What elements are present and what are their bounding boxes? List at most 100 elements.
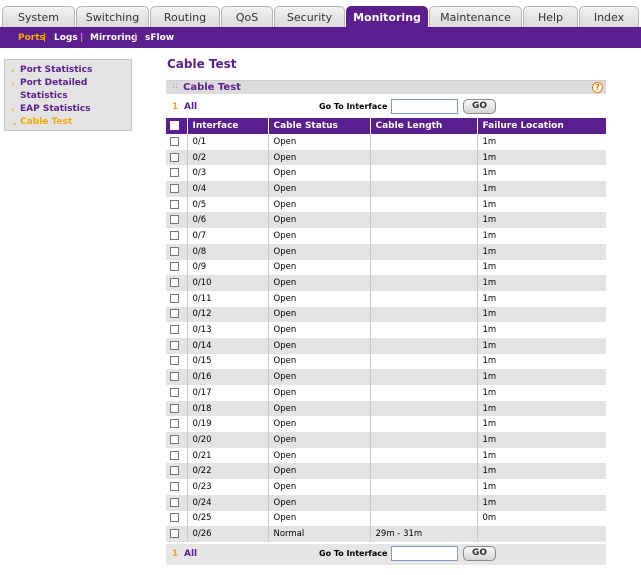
cell-interface: 0/1	[187, 134, 269, 150]
select-all-checkbox[interactable]	[170, 121, 179, 130]
row-checkbox[interactable]	[170, 513, 179, 523]
subtab-mirroring[interactable]: Mirroring	[90, 33, 137, 43]
cell-failure-location: 1m	[477, 290, 606, 307]
page-title: Cable Test	[167, 57, 237, 71]
tab-help[interactable]: Help	[523, 6, 578, 28]
cell-failure-location: 1m	[477, 228, 606, 244]
row-select-cell	[166, 479, 188, 495]
cell-cable-status: Open	[268, 463, 371, 480]
cell-failure-location: 1m	[477, 400, 606, 417]
row-checkbox[interactable]	[170, 230, 179, 240]
row-checkbox[interactable]	[170, 497, 179, 507]
select-all-header	[166, 118, 188, 134]
table-header-row: Interface Cable Status Cable Length Fail…	[166, 118, 606, 134]
cell-cable-length	[370, 275, 478, 291]
cell-interface: 0/18	[187, 400, 269, 417]
tab-system[interactable]: System	[2, 6, 75, 28]
row-checkbox[interactable]	[170, 309, 179, 319]
row-checkbox[interactable]	[170, 387, 179, 397]
row-select-cell	[166, 212, 188, 229]
table-row: 0/11 Open 1m	[166, 290, 606, 307]
go-button[interactable]: GO	[463, 546, 496, 561]
cell-interface: 0/5	[187, 196, 269, 213]
row-checkbox[interactable]	[170, 466, 179, 476]
row-select-cell	[166, 134, 188, 150]
table-controls-top: 1 All Go To Interface GO	[166, 97, 606, 117]
tab-routing[interactable]: Routing	[150, 6, 220, 28]
row-checkbox[interactable]	[170, 340, 179, 350]
subtab-sflow[interactable]: sFlow	[145, 33, 174, 43]
col-header-cable-status[interactable]: Cable Status	[268, 118, 371, 134]
tab-maintenance[interactable]: Maintenance	[429, 6, 522, 28]
cell-cable-status: Open	[268, 243, 371, 260]
cell-cable-status: Open	[268, 479, 371, 495]
row-checkbox[interactable]	[170, 356, 179, 366]
row-select-cell	[166, 228, 188, 244]
page-number[interactable]: 1	[172, 549, 178, 559]
cell-cable-length	[370, 479, 478, 495]
cell-interface: 0/24	[187, 494, 269, 511]
cell-cable-length	[370, 400, 478, 417]
row-checkbox[interactable]	[170, 403, 179, 413]
tab-switching[interactable]: Switching	[76, 6, 149, 28]
row-checkbox[interactable]	[170, 199, 179, 209]
cell-cable-length	[370, 228, 478, 244]
tab-monitoring[interactable]: Monitoring	[346, 6, 428, 28]
show-all-link[interactable]: All	[184, 549, 197, 559]
table-row: 0/20 Open 1m	[166, 432, 606, 448]
row-checkbox[interactable]	[170, 372, 179, 382]
table-row: 0/6 Open 1m	[166, 212, 606, 229]
row-checkbox[interactable]	[170, 152, 179, 162]
table-row: 0/17 Open 1m	[166, 385, 606, 401]
col-header-failure-location[interactable]: Failure Location	[477, 118, 606, 134]
help-icon[interactable]: ?	[592, 82, 603, 93]
row-checkbox[interactable]	[170, 246, 179, 256]
table-row: 0/18 Open 1m	[166, 400, 606, 417]
row-checkbox[interactable]	[170, 168, 179, 178]
table-row: 0/10 Open 1m	[166, 275, 606, 291]
cell-cable-length	[370, 337, 478, 354]
cell-interface: 0/9	[187, 259, 269, 276]
go-button[interactable]: GO	[463, 99, 496, 114]
row-checkbox[interactable]	[170, 325, 179, 335]
show-all-link[interactable]: All	[184, 102, 197, 112]
goto-interface-input[interactable]	[391, 546, 458, 561]
goto-interface-label: Go To Interface	[319, 102, 388, 111]
subtab-ports[interactable]: Ports	[18, 33, 45, 43]
table-row: 0/22 Open 1m	[166, 463, 606, 480]
row-checkbox[interactable]	[170, 481, 179, 491]
row-checkbox[interactable]	[170, 183, 179, 193]
tab-qos[interactable]: QoS	[221, 6, 273, 28]
cell-failure-location: 1m	[477, 385, 606, 401]
table-row: 0/13 Open 1m	[166, 322, 606, 338]
row-checkbox[interactable]	[170, 450, 179, 460]
row-checkbox[interactable]	[170, 293, 179, 303]
row-select-cell	[166, 337, 188, 354]
row-checkbox[interactable]	[170, 215, 179, 225]
cell-cable-status: Open	[268, 416, 371, 433]
tab-security[interactable]: Security	[274, 6, 345, 28]
row-checkbox[interactable]	[170, 529, 179, 539]
col-header-interface[interactable]: Interface	[187, 118, 269, 134]
table-row: 0/16 Open 1m	[166, 369, 606, 385]
subtab-logs[interactable]: Logs	[54, 33, 78, 43]
cell-cable-status: Open	[268, 134, 371, 150]
chevron-right-icon: ›	[11, 105, 15, 114]
chevron-down-icon: ⌄	[11, 118, 18, 127]
row-checkbox[interactable]	[170, 278, 179, 288]
row-checkbox[interactable]	[170, 419, 179, 429]
tab-index[interactable]: Index	[579, 6, 639, 28]
row-checkbox[interactable]	[170, 136, 179, 146]
row-select-cell	[166, 196, 188, 213]
row-checkbox[interactable]	[170, 262, 179, 272]
cable-test-table: Interface Cable Status Cable Length Fail…	[166, 118, 606, 542]
cell-failure-location: 1m	[477, 165, 606, 182]
row-select-cell	[166, 369, 188, 385]
col-header-cable-length[interactable]: Cable Length	[370, 118, 478, 134]
goto-interface-input[interactable]	[391, 99, 458, 114]
cell-interface: 0/10	[187, 275, 269, 291]
cell-cable-length	[370, 134, 478, 150]
row-checkbox[interactable]	[170, 434, 179, 444]
page-number[interactable]: 1	[172, 102, 178, 112]
cell-cable-status: Open	[268, 432, 371, 448]
